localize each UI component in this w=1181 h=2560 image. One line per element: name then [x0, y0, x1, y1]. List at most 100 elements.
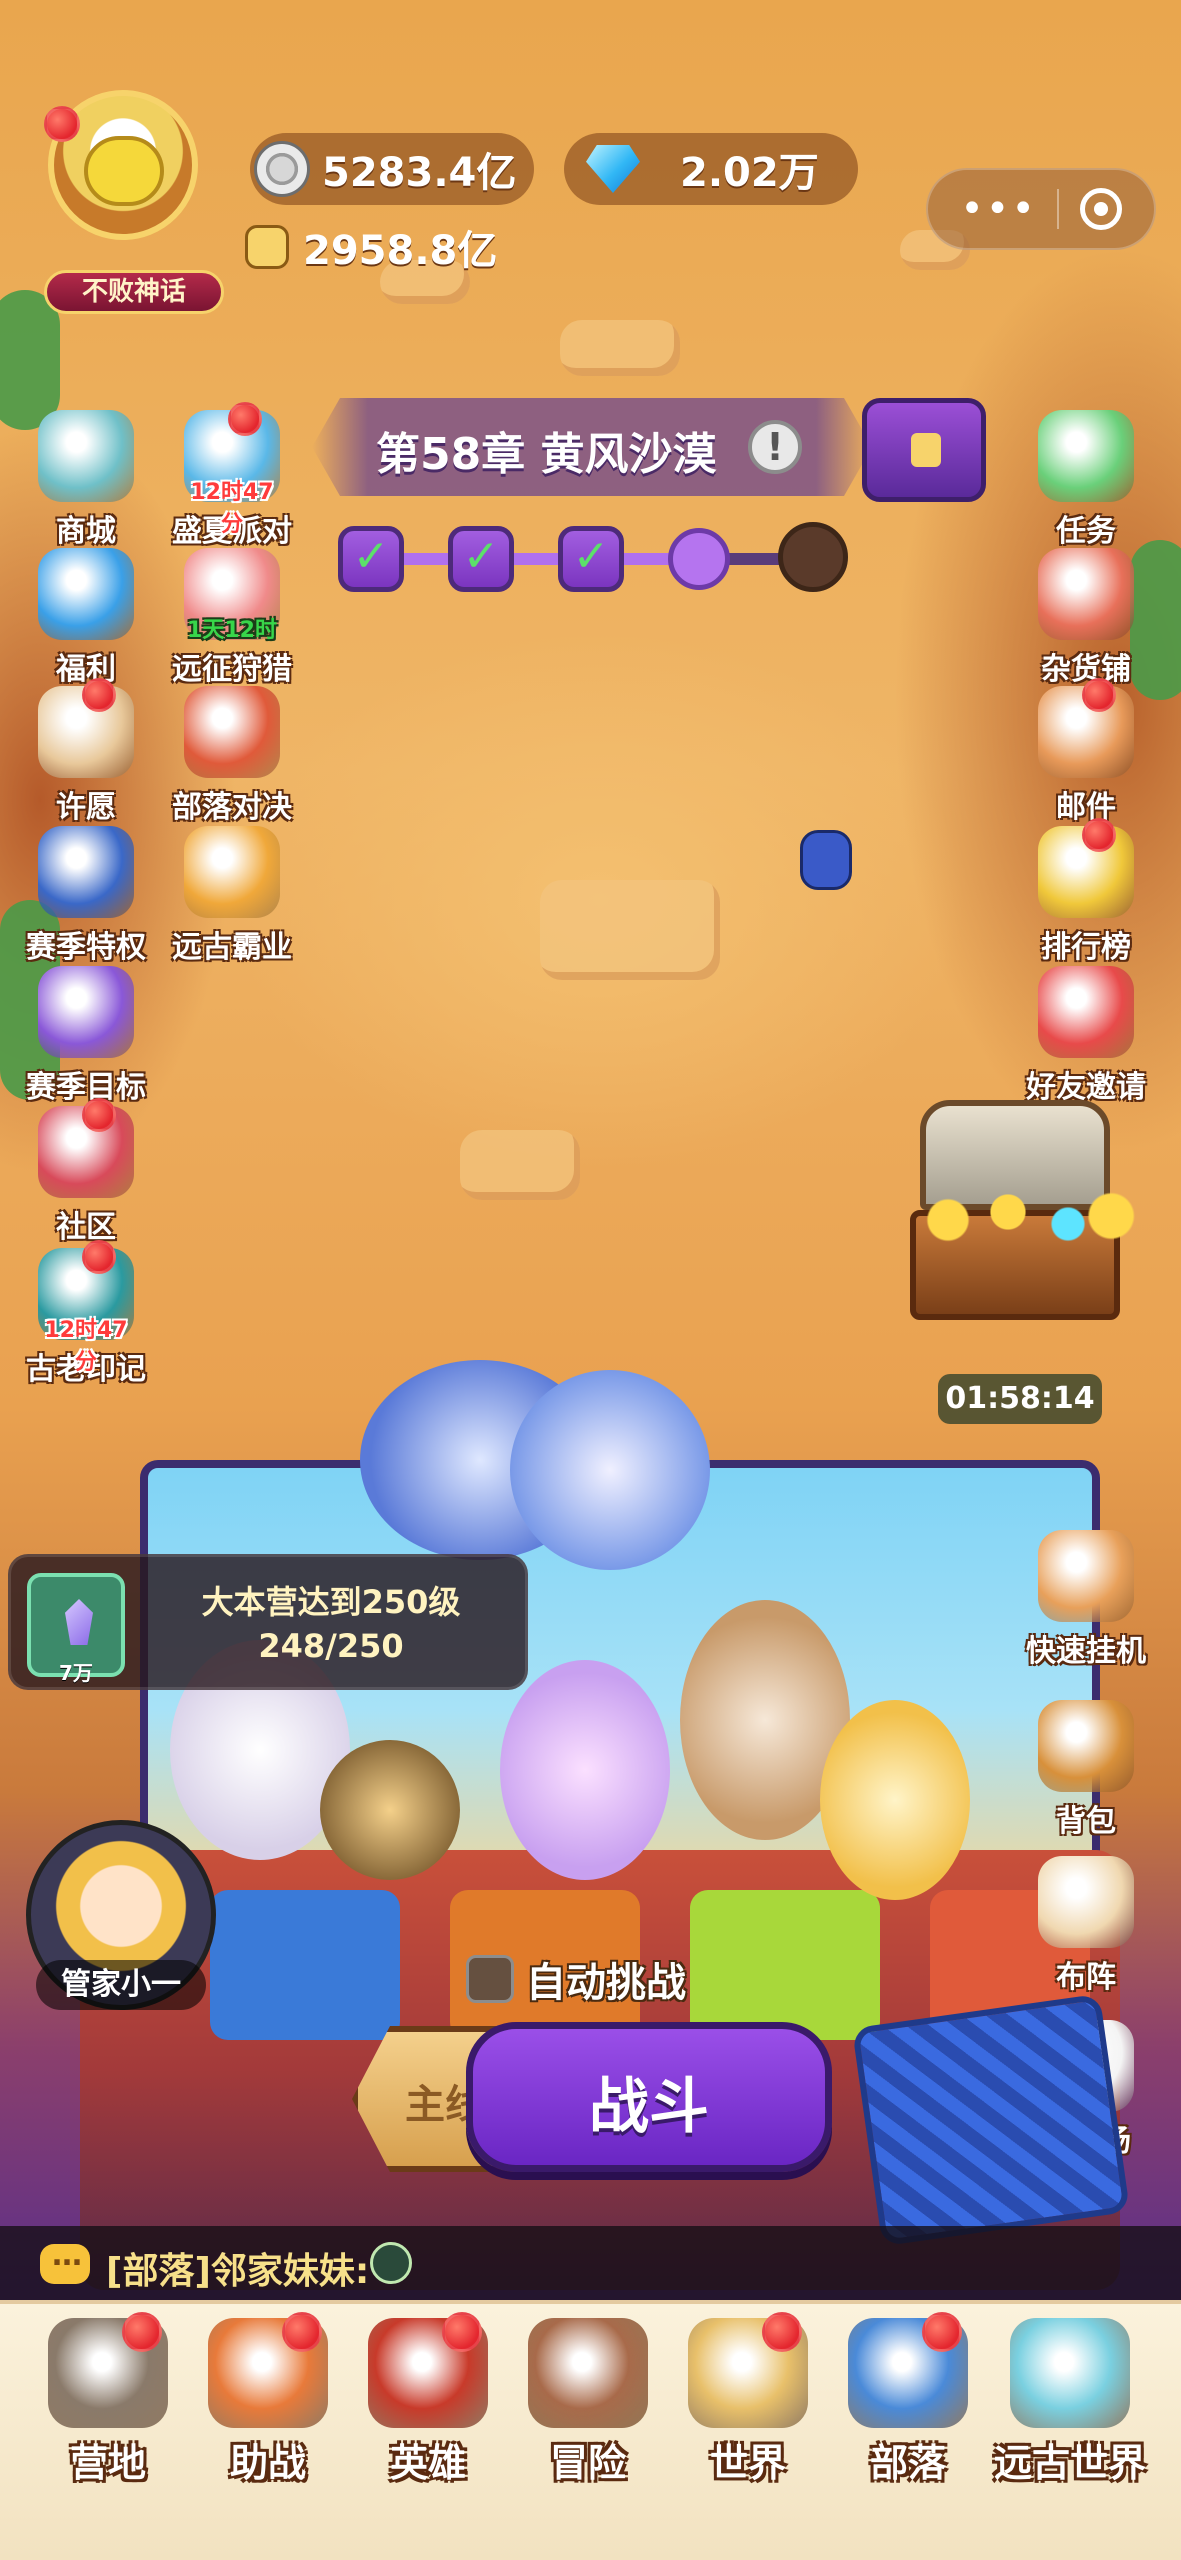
hero-helmet-icon — [368, 2312, 488, 2428]
menu-item-ranking-podium[interactable]: 排行榜 — [1006, 818, 1166, 966]
notification-dot — [922, 2312, 962, 2352]
ancient-world-icon — [1010, 2318, 1130, 2428]
menu-item-gem-sack[interactable]: 福利 — [6, 548, 166, 688]
menu-label: 社区 — [56, 1210, 116, 1245]
menu-label: 商城 — [56, 514, 116, 549]
quest-reward-amount: 7万 — [59, 1661, 93, 1685]
tab-hero-helmet[interactable]: 英雄 — [348, 2312, 508, 2485]
diamond-icon — [586, 145, 640, 193]
menu-item-ancient-rune[interactable]: 12时47分 古老印记 — [6, 1240, 166, 1388]
coin-counter[interactable]: 5283.4亿 — [250, 133, 534, 205]
menu-label: 远古霸业 — [172, 930, 292, 965]
quest-progress: 248/250 — [258, 1627, 404, 1665]
tab-ancient-world[interactable]: 远古世界 — [990, 2318, 1150, 2485]
idle-treasure-chest[interactable] — [900, 1100, 1140, 1350]
quest-reward-icon: 7万 — [27, 1573, 125, 1685]
crossed-swords-icon — [184, 686, 280, 778]
task-clipboard-icon — [1038, 410, 1134, 502]
menu-timer: 1天12时 — [187, 618, 277, 643]
tab-tribe-shield[interactable]: 部落 — [828, 2312, 988, 2485]
menu-item-golden-trophy[interactable]: 远古霸业 — [152, 826, 312, 966]
silver-coin-icon — [254, 141, 310, 197]
crystal-icon — [65, 1599, 93, 1645]
tab-fist[interactable]: 助战 — [188, 2312, 348, 2485]
notification-dot — [228, 402, 262, 436]
tab-spiked-boulder[interactable]: 冒险 — [508, 2318, 668, 2485]
player-title-badge: 不败神话 — [44, 270, 224, 314]
more-menu-icon[interactable]: ••• — [960, 189, 1037, 229]
tribe-shield-icon — [848, 2312, 968, 2428]
menu-item-community-diamond[interactable]: 社区 — [6, 1098, 166, 1246]
notification-dot — [282, 2312, 322, 2352]
tab-label: 英雄 — [389, 2441, 466, 2485]
warrior-hero[interactable] — [320, 1740, 460, 1880]
ranking-podium-icon — [1038, 818, 1134, 918]
info-icon[interactable]: ! — [748, 420, 802, 474]
combat-power-value: 2958.8亿 — [303, 228, 498, 274]
spiked-boulder-icon — [528, 2318, 648, 2428]
menu-item-season-card[interactable]: 赛季特权 — [6, 826, 166, 966]
sand-rock — [560, 320, 680, 376]
notification-dot — [122, 2312, 162, 2352]
player-avatar[interactable]: 不败神话 — [6, 70, 236, 330]
menu-item-task-clipboard[interactable]: 任务 — [1006, 410, 1166, 550]
menu-item-gift-box[interactable]: 好友邀请 — [1006, 966, 1166, 1106]
menu-label: 背包 — [1056, 1804, 1116, 1839]
menu-label: 福利 — [56, 652, 116, 687]
tab-world-map[interactable]: 世界 — [668, 2312, 828, 2485]
fight-label: 战斗 — [589, 2072, 709, 2142]
menu-item-crossed-swords[interactable]: 部落对决 — [152, 686, 312, 826]
tab-label: 世界 — [709, 2441, 786, 2485]
butler-label[interactable]: 管家小一 — [36, 1960, 206, 2010]
coin-basket[interactable] — [851, 1993, 1131, 2247]
fist-power-icon — [245, 225, 289, 269]
chat-bubble-icon[interactable] — [40, 2238, 90, 2284]
auto-challenge-label: 自动挑战 — [526, 1960, 686, 2006]
auto-challenge-toggle[interactable]: 自动挑战 — [466, 1950, 686, 2008]
menu-item-flamingo-float[interactable]: 12时47分 盛夏派对 — [152, 402, 312, 550]
hourglass-icon — [1038, 1530, 1134, 1622]
chat-message: [部落]邻家妹妹: — [106, 2242, 369, 2294]
menu-label: 快速挂机 — [1026, 1634, 1146, 1669]
menu-item-hourglass[interactable]: 快速挂机 — [1006, 1530, 1166, 1670]
tab-camp-anvil[interactable]: 营地 — [28, 2312, 188, 2485]
menu-item-grocery-stall[interactable]: 杂货铺 — [1006, 548, 1166, 688]
tab-label: 远古世界 — [993, 2441, 1146, 2485]
menu-item-season-badge[interactable]: 赛季目标 — [6, 966, 166, 1106]
star-hero[interactable] — [820, 1700, 970, 1900]
stage-locked-node — [778, 522, 848, 592]
grocery-stall-icon — [1038, 548, 1134, 640]
notification-dot — [762, 2312, 802, 2352]
notification-dot — [82, 1098, 116, 1132]
mage-hero[interactable] — [500, 1660, 670, 1880]
menu-label: 邮件 — [1056, 790, 1116, 825]
chapter-reward-chest-icon[interactable] — [862, 398, 986, 502]
menu-item-mail-envelope[interactable]: 邮件 — [1006, 678, 1166, 826]
mecha-hero[interactable] — [510, 1370, 710, 1570]
menu-item-shop-totem[interactable]: 商城 — [6, 410, 166, 550]
auto-challenge-checkbox[interactable] — [466, 1955, 514, 2003]
menu-item-wish-goddess[interactable]: 许愿 — [6, 678, 166, 826]
ancient-rune-icon: 12时47分 — [38, 1240, 134, 1375]
gem-counter[interactable]: 2.02万 — [564, 133, 858, 205]
hero-pad — [210, 1890, 400, 2040]
season-badge-icon — [38, 966, 134, 1058]
quest-title: 大本营达到250级 — [201, 1583, 461, 1621]
sand-rock — [540, 880, 720, 980]
menu-item-backpack[interactable]: 背包 — [1006, 1700, 1166, 1840]
camp-anvil-icon — [48, 2312, 168, 2428]
menu-item-hunt-egg[interactable]: 1天12时远征狩猎 — [152, 548, 312, 688]
wolf-enemy-sprite[interactable] — [800, 830, 852, 890]
stage-complete-check-icon: ✓ — [558, 526, 624, 592]
menu-label: 远征狩猎 — [172, 652, 292, 687]
coin-amount: 5283.4亿 — [322, 150, 517, 196]
fist-icon — [208, 2312, 328, 2428]
close-target-icon[interactable] — [1079, 188, 1122, 230]
notification-dot — [442, 2312, 482, 2352]
menu-item-formation-flag[interactable]: 布阵 — [1006, 1856, 1166, 1996]
tab-label: 助战 — [229, 2441, 306, 2485]
tab-label: 冒险 — [549, 2441, 626, 2485]
stage-current-node — [668, 528, 730, 590]
quest-card[interactable]: 7万 大本营达到250级 248/250 — [8, 1554, 528, 1690]
wish-goddess-icon — [38, 678, 134, 778]
